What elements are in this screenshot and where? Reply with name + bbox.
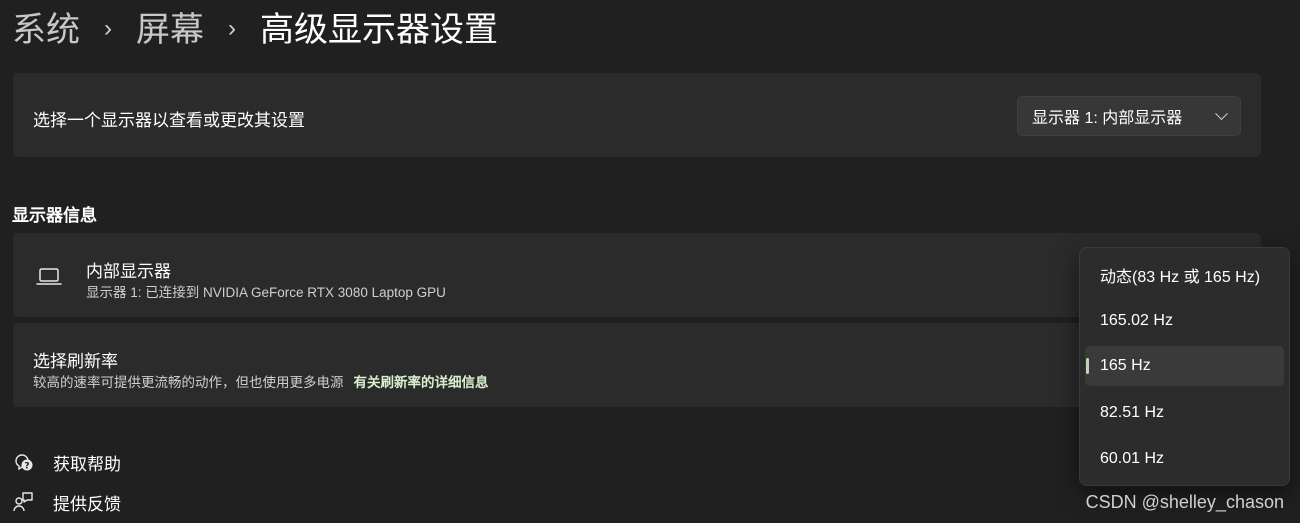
display-connection-info: 显示器 1: 已连接到 NVIDIA GeForce RTX 3080 Lapt… bbox=[86, 285, 446, 300]
chevron-right-icon: › bbox=[104, 15, 112, 42]
refresh-option-165[interactable]: 165 Hz bbox=[1085, 346, 1284, 386]
display-info-card[interactable]: 内部显示器 显示器 1: 已连接到 NVIDIA GeForce RTX 308… bbox=[13, 233, 1261, 317]
refresh-option-60-01[interactable]: 60.01 Hz bbox=[1085, 439, 1284, 479]
display-select-value: 显示器 1: 内部显示器 bbox=[1032, 110, 1183, 127]
refresh-option-82-51[interactable]: 82.51 Hz bbox=[1085, 393, 1284, 433]
breadcrumb-item-system[interactable]: 系统 bbox=[12, 13, 80, 47]
refresh-option-label: 165.02 Hz bbox=[1100, 312, 1173, 329]
select-display-label: 选择一个显示器以查看或更改其设置 bbox=[33, 111, 305, 130]
display-info-heading: 显示器信息 bbox=[12, 206, 97, 225]
chevron-down-icon bbox=[1215, 106, 1228, 120]
chevron-right-icon: › bbox=[228, 15, 236, 42]
refresh-option-label: 82.51 Hz bbox=[1100, 404, 1165, 421]
give-feedback-link[interactable]: 提供反馈 bbox=[12, 489, 121, 515]
breadcrumb: 系统 › 屏幕 › 高级显示器设置 bbox=[12, 6, 498, 54]
refresh-rate-title: 选择刷新率 bbox=[33, 352, 118, 371]
refresh-rate-card: 选择刷新率 较高的速率可提供更流畅的动作，但也使用更多电源 有关刷新率的详细信息 bbox=[13, 323, 1261, 407]
get-help-label: 获取帮助 bbox=[53, 454, 121, 474]
watermark: CSDN @shelley_chason bbox=[1085, 492, 1284, 512]
refresh-rate-info-link[interactable]: 有关刷新率的详细信息 bbox=[354, 375, 489, 390]
select-display-card: 选择一个显示器以查看或更改其设置 显示器 1: 内部显示器 bbox=[13, 73, 1261, 157]
refresh-option-165-02[interactable]: 165.02 Hz bbox=[1085, 301, 1284, 341]
help-icon: ? bbox=[15, 454, 33, 472]
selected-indicator bbox=[1086, 358, 1089, 374]
laptop-icon bbox=[36, 267, 62, 287]
refresh-option-label: 60.01 Hz bbox=[1100, 450, 1165, 467]
feedback-icon bbox=[13, 492, 33, 512]
breadcrumb-item-display[interactable]: 屏幕 bbox=[136, 13, 204, 47]
refresh-option-label: 165 Hz bbox=[1100, 357, 1151, 374]
display-name: 内部显示器 bbox=[86, 262, 171, 281]
svg-text:?: ? bbox=[24, 462, 29, 472]
refresh-rate-description: 较高的速率可提供更流畅的动作，但也使用更多电源 bbox=[33, 375, 344, 390]
refresh-rate-flyout: 动态(83 Hz 或 165 Hz) 165.02 Hz 165 Hz 82.5… bbox=[1079, 247, 1290, 486]
refresh-option-dynamic[interactable]: 动态(83 Hz 或 165 Hz) bbox=[1085, 255, 1284, 295]
give-feedback-label: 提供反馈 bbox=[53, 494, 121, 514]
page-title: 高级显示器设置 bbox=[260, 11, 498, 49]
display-select-dropdown[interactable]: 显示器 1: 内部显示器 bbox=[1017, 96, 1241, 136]
get-help-link[interactable]: ? 获取帮助 bbox=[12, 449, 121, 475]
refresh-option-label: 动态(83 Hz 或 165 Hz) bbox=[1100, 269, 1261, 286]
refresh-rate-description-row: 较高的速率可提供更流畅的动作，但也使用更多电源 有关刷新率的详细信息 bbox=[33, 371, 489, 391]
